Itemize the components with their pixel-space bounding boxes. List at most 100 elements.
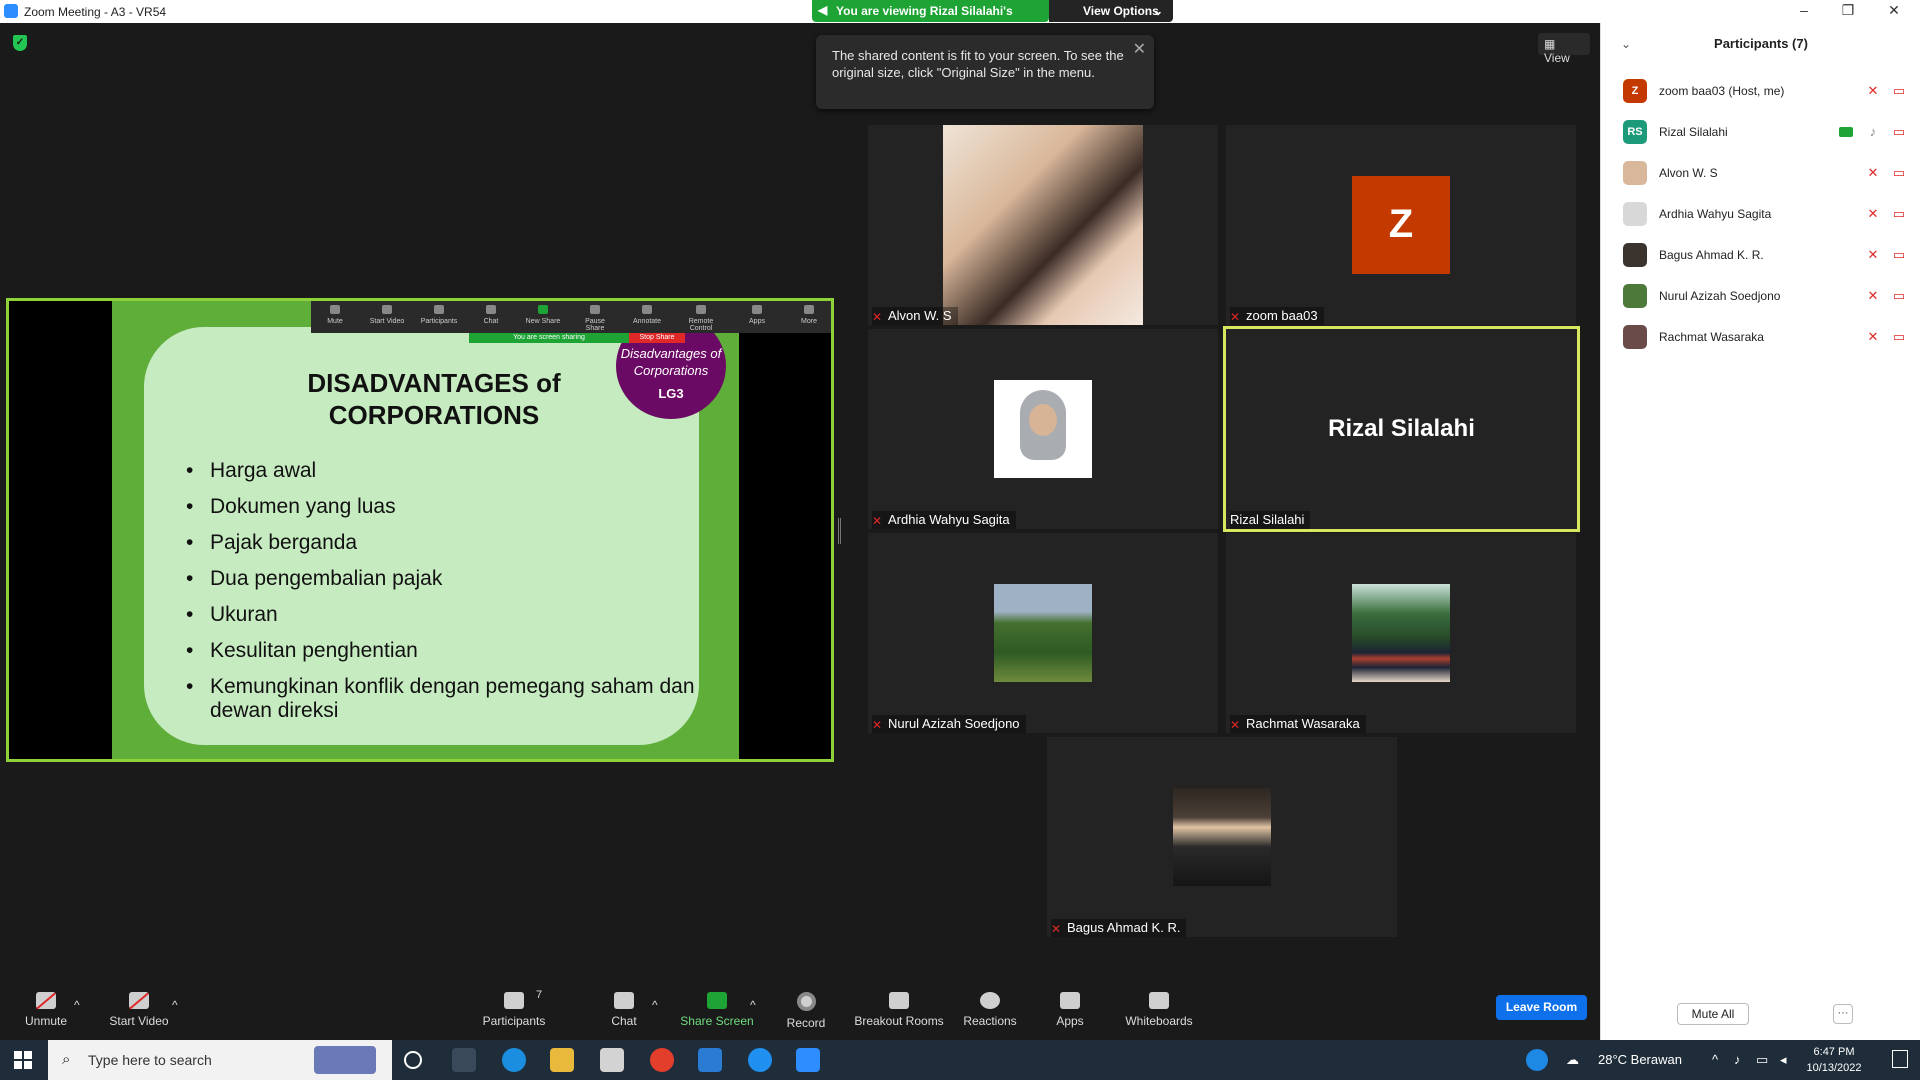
participant-row[interactable]: RS Rizal Silalahi ♪ ▭: [1623, 118, 1913, 148]
participant-name: Alvon W. S: [1659, 166, 1718, 180]
participant-row[interactable]: Rachmat Wasaraka ✕ ▭: [1623, 323, 1913, 353]
grid-icon: ▦: [1544, 37, 1556, 51]
video-tile-active-speaker[interactable]: Rizal Silalahi Rizal Silalahi: [1223, 326, 1580, 532]
zoom-taskbar-icon[interactable]: [796, 1048, 820, 1072]
avatar: [1623, 161, 1647, 185]
minimize-button[interactable]: –: [1784, 2, 1824, 20]
teamviewer-icon[interactable]: [748, 1048, 772, 1072]
participant-photo: [994, 380, 1092, 478]
volume-icon[interactable]: ◂: [1780, 1052, 1787, 1068]
file-explorer-icon[interactable]: [550, 1048, 574, 1072]
audio-options-chevron-icon[interactable]: ^: [74, 998, 80, 1012]
mail-icon[interactable]: [698, 1048, 722, 1072]
participant-name: Bagus Ahmad K. R.: [1659, 248, 1764, 262]
close-window-button[interactable]: ✕: [1874, 2, 1914, 20]
more-options-button[interactable]: ···: [1833, 1004, 1853, 1024]
weather-text[interactable]: 28°C Berawan: [1598, 1052, 1682, 1067]
close-icon[interactable]: ✕: [1133, 41, 1146, 58]
slide-bullet: Kemungkinan konflik dengan pemegang saha…: [182, 675, 722, 723]
video-tile[interactable]: ✕ Rachmat Wasaraka: [1226, 533, 1576, 733]
participant-row[interactable]: Bagus Ahmad K. R. ✕ ▭: [1623, 241, 1913, 271]
tray-chevron-icon[interactable]: ^: [1712, 1052, 1718, 1067]
participant-row[interactable]: Alvon W. S ✕ ▭: [1623, 159, 1913, 189]
view-options-label: View Options: [1083, 4, 1159, 18]
reactions-button[interactable]: Reactions: [960, 992, 1020, 1028]
chrome-icon[interactable]: [650, 1048, 674, 1072]
participant-row[interactable]: Ardhia Wahyu Sagita ✕ ▭: [1623, 200, 1913, 230]
view-options-button[interactable]: View Options ⌄: [1049, 0, 1173, 22]
avatar: Z: [1352, 176, 1450, 274]
chat-button[interactable]: Chat: [600, 992, 648, 1028]
video-options-chevron-icon[interactable]: ^: [172, 998, 178, 1012]
video-tile[interactable]: ✕ Bagus Ahmad K. R.: [1047, 737, 1397, 937]
viewing-screen-banner: ◀ You are viewing Rizal Silalahi's scree…: [812, 0, 1049, 32]
participants-label: Participants: [482, 1014, 546, 1028]
help-icon[interactable]: [1526, 1049, 1548, 1071]
slide-background: DISADVANTAGES of CORPORATIONS Harga awal…: [112, 301, 739, 759]
video-tile[interactable]: Z ✕ zoom baa03: [1226, 125, 1576, 325]
muted-mic-icon: ✕: [1051, 922, 1062, 936]
video-off-icon: ▭: [1892, 206, 1906, 221]
cortana-icon[interactable]: [404, 1051, 422, 1069]
leave-room-button[interactable]: Leave Room: [1496, 995, 1587, 1020]
restore-button[interactable]: ❐: [1828, 2, 1868, 20]
task-view-icon[interactable]: [452, 1048, 476, 1072]
slide-bullet: Harga awal: [182, 459, 722, 483]
apps-label: Apps: [1056, 1014, 1084, 1028]
search-icon: ⌕: [62, 1051, 71, 1068]
participant-row[interactable]: Z zoom baa03 (Host, me) ✕ ▭: [1623, 77, 1913, 107]
zoom-app-icon: [4, 4, 18, 18]
muted-mic-icon: ✕: [872, 718, 883, 732]
chat-options-chevron-icon[interactable]: ^: [652, 998, 658, 1012]
mute-all-button[interactable]: Mute All: [1677, 1003, 1749, 1025]
taskbar-clock[interactable]: 6:47 PM 10/13/2022: [1804, 1044, 1864, 1076]
splitter-handle[interactable]: [838, 518, 841, 544]
mic-icon: ♪: [1869, 124, 1877, 139]
mini-toolbar-item: New Share: [523, 305, 563, 325]
security-shield-icon[interactable]: ✓: [13, 35, 27, 51]
participant-photo: [994, 584, 1092, 682]
share-options-chevron-icon[interactable]: ^: [750, 998, 756, 1012]
apps-icon: [1060, 992, 1080, 1009]
view-button-label: View: [1544, 51, 1570, 65]
meeting-stage: ✓ ▦ View The shared content is fit to yo…: [0, 23, 1600, 980]
view-button[interactable]: ▦ View: [1538, 33, 1590, 65]
tile-name: Rizal Silalahi: [1230, 511, 1311, 529]
video-off-icon: ▭: [1892, 247, 1906, 262]
network-icon[interactable]: ▭: [1756, 1052, 1768, 1068]
record-icon: [796, 992, 816, 1011]
participant-row[interactable]: Nurul Azizah Soedjono ✕ ▭: [1623, 282, 1913, 312]
start-video-button[interactable]: Start Video: [104, 992, 174, 1028]
microphone-icon[interactable]: ♪: [1734, 1052, 1741, 1067]
slide-title: DISADVANTAGES of CORPORATIONS: [307, 368, 561, 430]
video-tile[interactable]: ✕ Ardhia Wahyu Sagita: [868, 329, 1218, 529]
slide-bullet: Dokumen yang luas: [182, 495, 722, 519]
participants-count: 7: [536, 989, 543, 1001]
participant-photo: [1352, 584, 1450, 682]
muted-mic-icon: ✕: [1867, 165, 1879, 180]
breakout-rooms-button[interactable]: Breakout Rooms: [852, 992, 946, 1028]
taskbar-search-input[interactable]: ⌕ Type here to search: [48, 1040, 392, 1080]
apps-button[interactable]: Apps: [1050, 992, 1090, 1028]
share-screen-button[interactable]: Share Screen: [678, 992, 756, 1028]
muted-mic-icon: ✕: [1867, 329, 1879, 344]
mini-sharing-banner: You are screen sharing: [469, 333, 629, 343]
record-button[interactable]: Record: [782, 992, 830, 1030]
meeting-toolbar: Unmute ^ Start Video ^ 7 Participants Ch…: [0, 980, 1600, 1040]
notification-icon[interactable]: [1892, 1050, 1908, 1068]
windows-start-icon[interactable]: [14, 1051, 32, 1069]
smiley-icon: [980, 992, 1000, 1009]
store-icon[interactable]: [600, 1048, 624, 1072]
participants-button[interactable]: 7 Participants: [478, 989, 550, 1028]
edge-icon[interactable]: [502, 1048, 526, 1072]
presenter-mini-toolbar: Mute Start Video Participants Chat New S…: [311, 301, 831, 333]
muted-mic-icon: ✕: [872, 310, 883, 324]
video-tile[interactable]: ✕ Nurul Azizah Soedjono: [868, 533, 1218, 733]
tile-name: ✕ zoom baa03: [1230, 307, 1324, 325]
tile-name: ✕ Rachmat Wasaraka: [1230, 715, 1366, 733]
whiteboards-button[interactable]: Whiteboards: [1122, 992, 1196, 1028]
participant-name: Rizal Silalahi: [1659, 125, 1728, 139]
muted-mic-icon: ✕: [1867, 206, 1879, 221]
video-tile[interactable]: ✕ Alvon W. S: [868, 125, 1218, 325]
unmute-button[interactable]: Unmute: [16, 992, 76, 1028]
